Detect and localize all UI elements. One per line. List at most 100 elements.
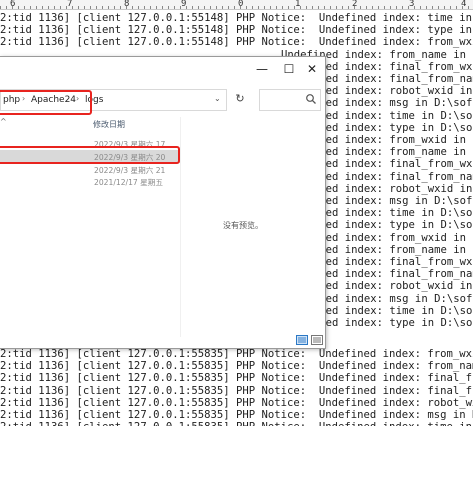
search-icon [306,94,316,104]
ruler-tick [246,6,247,9]
ruler-tick [90,6,91,9]
ruler-tick [60,6,61,9]
ruler-tick [348,6,349,9]
ruler-tick [414,6,415,9]
ruler-tick [234,6,235,9]
log-line: 2:tid 1136] [client 127.0.0.1:55835] PHP… [0,421,473,426]
ruler-tick [114,6,115,9]
column-header-modified-date[interactable]: 修改日期 [93,119,125,130]
ruler-tick [54,6,55,9]
ruler-tick [138,6,139,9]
ruler-tick [30,6,31,9]
ruler-tick [444,6,445,9]
ruler-tick [132,6,133,9]
ruler-tick [294,6,295,9]
ruler-tick [366,6,367,9]
ruler-tick [84,6,85,9]
ruler-tick [354,6,355,9]
ruler-tick [180,6,181,9]
ruler-tick [78,6,79,9]
ruler-tick [210,6,211,9]
ruler-tick [162,6,163,9]
ruler-tick [330,6,331,9]
log-line: 2:tid 1136] [client 127.0.0.1:55148] PHP… [0,12,472,24]
log-line: 2:tid 1136] [client 127.0.0.1:55148] PHP… [0,36,473,49]
ruler-tick [408,6,409,9]
ruler-tick [126,6,127,9]
ruler-tick [108,6,109,9]
file-modified-date: 2021/12/17 星期五 [94,178,163,187]
ruler: 678901234 [0,0,473,10]
ruler-tick [420,6,421,9]
log-line: 2:tid 1136] [client 127.0.0.1:55835] PHP… [0,372,473,385]
ruler-tick [360,6,361,9]
search-input[interactable] [259,89,321,111]
ruler-tick [252,6,253,9]
maximize-button[interactable]: ☐ [280,62,298,76]
ruler-tick [432,6,433,9]
log-line: 2:tid 1136] [client 127.0.0.1:55835] PHP… [0,348,473,360]
ruler-tick [378,6,379,9]
ruler-tick [390,6,391,9]
refresh-icon[interactable]: ↻ [234,93,246,105]
ruler-tick [198,6,199,9]
log-output-bottom: 2:tid 1136] [client 127.0.0.1:55835] PHP… [0,348,473,426]
preview-pane-message: 没有预览。 [223,221,263,230]
ruler-tick [150,6,151,9]
title-bar: — ☐ ✕ [0,57,325,83]
ruler-tick [0,6,1,9]
ruler-tick [168,6,169,9]
details-view-icon[interactable] [296,335,308,345]
status-bar [0,335,325,347]
pane-divider[interactable] [180,117,181,337]
ruler-tick [102,6,103,9]
ruler-tick [156,6,157,9]
ruler-tick [228,6,229,9]
log-line: 2:tid 1136] [client 127.0.0.1:55148] PHP… [0,24,472,37]
minimize-button[interactable]: — [253,62,271,76]
ruler-tick [174,6,175,9]
ruler-tick [6,6,7,9]
close-button[interactable]: ✕ [303,62,321,76]
ruler-tick [462,6,463,9]
ruler-tick [450,6,451,9]
ruler-tick [66,6,67,9]
ruler-tick [342,6,343,9]
collapse-caret-icon[interactable]: ^ [0,117,7,126]
address-dropdown-icon[interactable]: ⌄ [214,94,221,103]
ruler-tick [270,6,271,9]
ruler-tick [222,6,223,9]
ruler-tick [324,6,325,9]
log-line: 2:tid 1136] [client 127.0.0.1:55835] PHP… [0,396,473,409]
ruler-tick [318,6,319,9]
ruler-tick [438,6,439,9]
ruler-tick [42,6,43,9]
ruler-tick [48,6,49,9]
ruler-tick [18,6,19,9]
ruler-tick [372,6,373,9]
ruler-tick [384,6,385,9]
ruler-tick [12,6,13,9]
ruler-tick [204,6,205,9]
ruler-tick [468,6,469,9]
ruler-tick [240,6,241,9]
ruler-tick [336,6,337,9]
large-icons-view-icon[interactable] [311,335,323,345]
ruler-tick [312,6,313,9]
ruler-tick [456,6,457,9]
ruler-tick [264,6,265,9]
ruler-tick [288,6,289,9]
ruler-tick [306,6,307,9]
ruler-tick [282,6,283,9]
ruler-tick [24,6,25,9]
file-row[interactable]: 2021/12/17 星期五 [0,175,180,188]
ruler-tick [426,6,427,9]
log-line: 2:tid 1136] [client 127.0.0.1:55835] PHP… [0,409,473,421]
ruler-tick [120,6,121,9]
ruler-tick [276,6,277,9]
address-highlight-box [0,90,92,115]
ruler-tick [258,6,259,9]
ruler-tick [96,6,97,9]
log-line: 2:tid 1136] [client 127.0.0.1:55835] PHP… [0,360,473,373]
ruler-tick [396,6,397,9]
